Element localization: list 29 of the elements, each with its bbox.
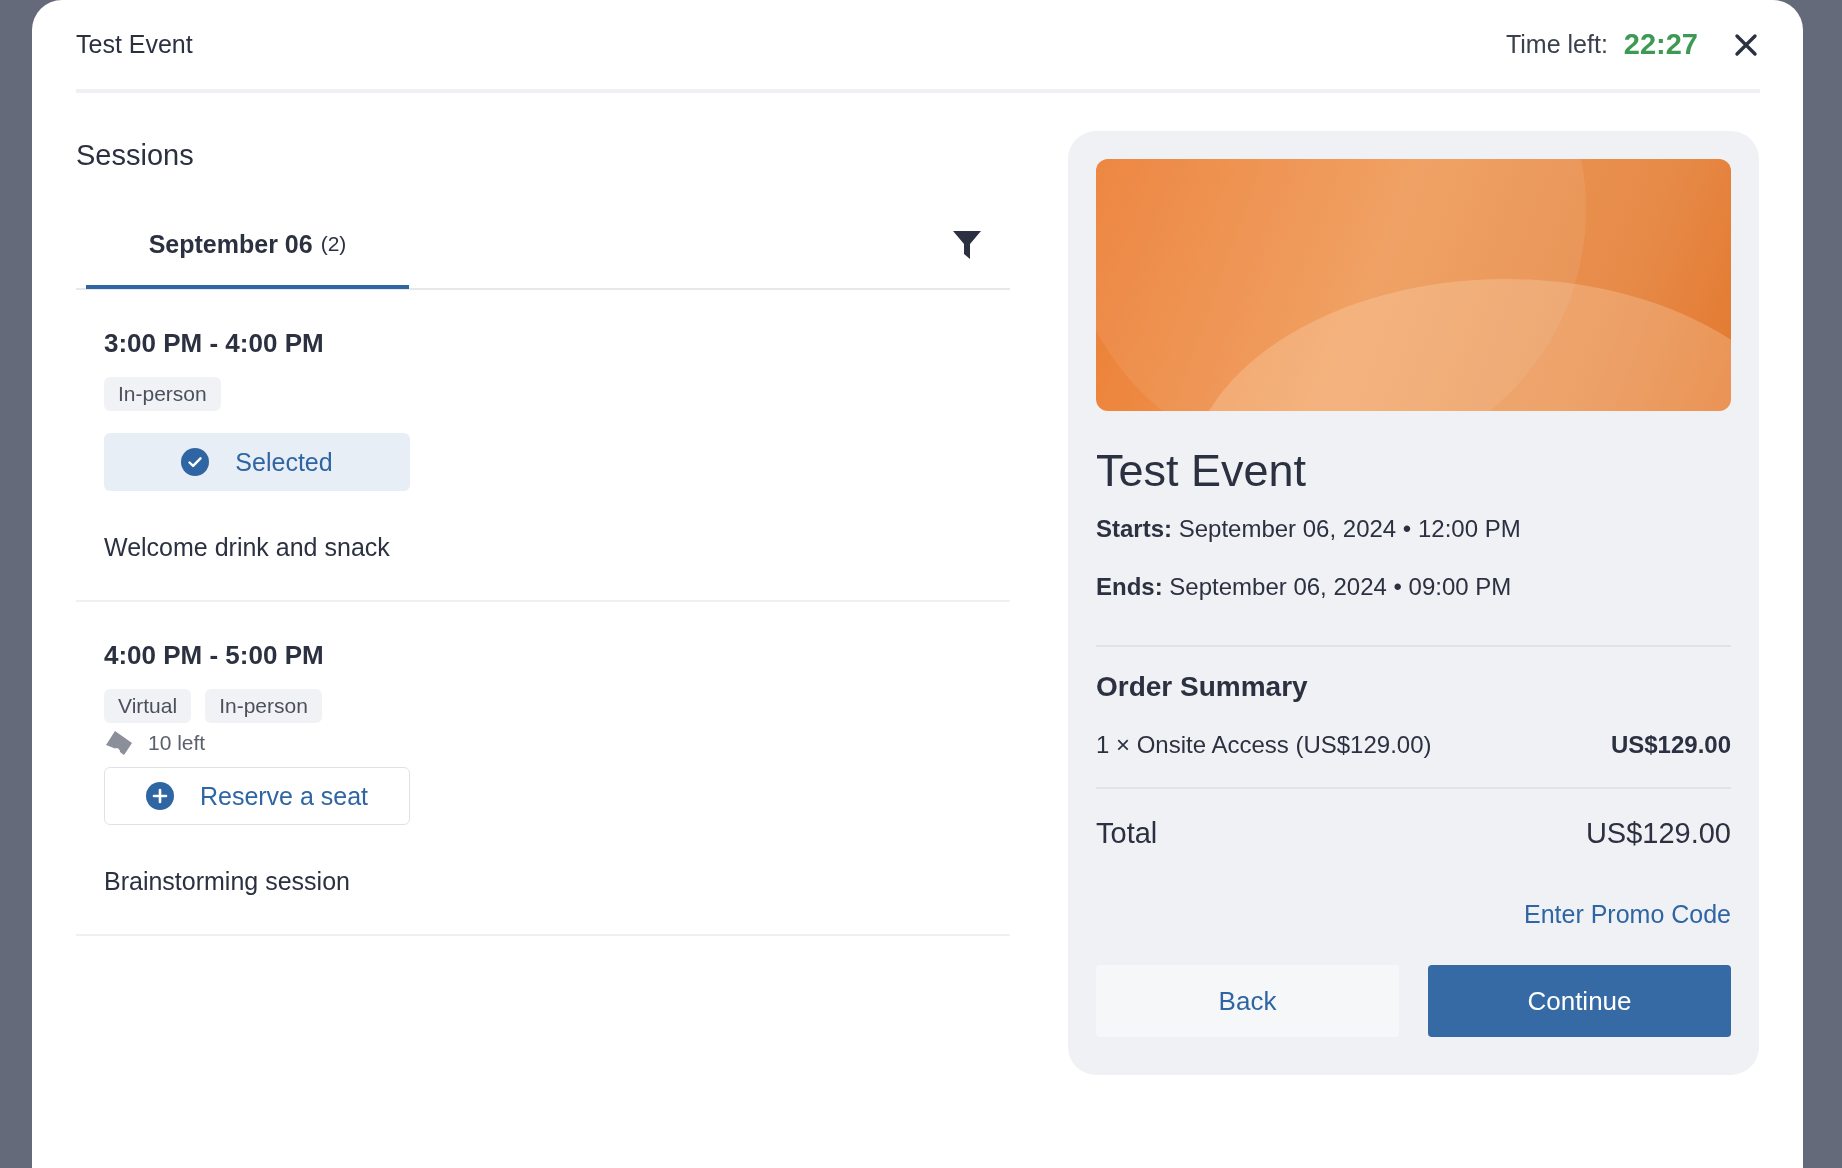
seats-left: 10 left (148, 731, 206, 755)
session-tag: In-person (104, 377, 221, 411)
event-date: Ends: September 06, 2024 • 09:00 PM (1096, 573, 1513, 601)
session-description: Brainstorming session (104, 867, 350, 896)
back-button[interactable]: Back (1096, 965, 1399, 1037)
dialog-title: Test Event (76, 30, 194, 59)
event-title: Test Event (1096, 445, 1308, 497)
date-tab[interactable]: September 06 (2) (86, 203, 409, 289)
timer-label: Time left: (1505, 30, 1608, 59)
continue-button[interactable]: Continue (1428, 965, 1731, 1037)
event-date: Starts: September 06, 2024 • 12:00 PM (1096, 515, 1522, 543)
session-time: 4:00 PM - 5:00 PM (104, 640, 324, 671)
plus-circle-icon (145, 782, 174, 810)
selected-button[interactable]: Selected (104, 433, 410, 491)
session-tag: Virtual (104, 689, 192, 723)
order-amount: US$129.00 (1610, 731, 1731, 759)
check-circle-icon (181, 448, 210, 476)
timer-value: 22:27 (1623, 28, 1698, 61)
total-label: Total (1096, 817, 1158, 850)
session-time: 3:00 PM - 4:00 PM (104, 328, 324, 359)
session-tag: In-person (205, 689, 322, 723)
order-heading: Order Summary (1096, 671, 1309, 703)
reserve-button[interactable]: Reserve a seat (104, 767, 410, 825)
promo-code-link[interactable]: Enter Promo Code (1523, 900, 1731, 929)
session-description: Welcome drink and snack (104, 533, 390, 562)
filter-icon[interactable] (952, 229, 982, 261)
order-item: 1 × Onsite Access (US$129.00) (1096, 731, 1432, 759)
section-heading: Sessions (76, 139, 195, 172)
total-amount: US$129.00 (1585, 817, 1731, 850)
